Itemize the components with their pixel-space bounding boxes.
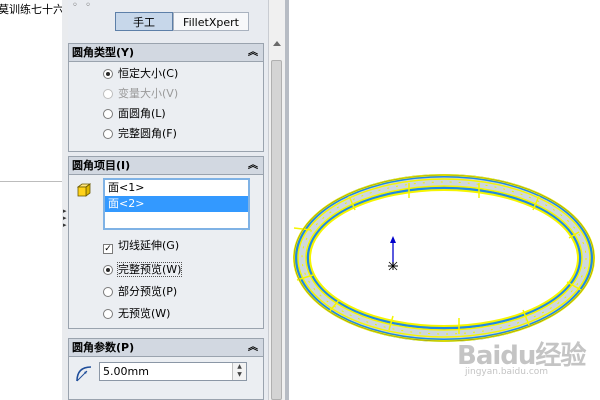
checkbox-icon[interactable]: ✓ <box>103 244 113 254</box>
radio-button-icon[interactable] <box>103 109 113 119</box>
triad-icon <box>388 236 398 271</box>
fillet-type-header[interactable]: 圆角类型(Y) ︽ <box>69 44 263 62</box>
radio-button-icon[interactable] <box>103 129 113 139</box>
radio-label: 变量大小(V) <box>118 87 179 100</box>
radio-full-round-fillet[interactable]: 完整圆角(F) <box>103 125 177 142</box>
fillet-items-header[interactable]: 圆角项目(I) ︽ <box>69 157 263 175</box>
property-manager-scrollbar[interactable] <box>268 0 286 400</box>
watermark-url: jingyan.baidu.com <box>465 367 549 377</box>
property-manager-toolbar: ◦ ◦ <box>72 0 93 11</box>
radio-label: 面圆角(L) <box>118 107 166 120</box>
radio-button-icon <box>103 89 113 99</box>
selected-faces-list[interactable]: 面<1> 面<2> <box>103 178 250 230</box>
fillet-radius-icon <box>76 366 92 382</box>
fillet-property-manager: ◦ ◦ 手工 FilletXpert 圆角类型(Y) ︽ 恒定大小(C) 变量大… <box>68 0 268 400</box>
radio-full-preview[interactable]: 完整预览(W) <box>103 261 183 278</box>
radius-spinner[interactable]: ▲ ▼ <box>232 363 246 380</box>
radio-label: 完整预览(W) <box>116 262 183 277</box>
spin-down-icon[interactable]: ▼ <box>233 371 246 379</box>
face-icon <box>77 183 91 197</box>
tangent-propagation-checkbox[interactable]: ✓ 切线延伸(G) <box>103 237 179 254</box>
fillet-params-group: 圆角参数(P) ︽ 5.00mm ▲ ▼ <box>68 338 264 400</box>
feature-tree-panel: 莫训练七十六 <box>0 0 64 400</box>
radio-constant-size[interactable]: 恒定大小(C) <box>103 65 178 82</box>
fillet-items-group: 圆角项目(I) ︽ 面<1> 面<2> ✓ 切线延伸(G) 完整预览(W) 部分预… <box>68 156 264 329</box>
fillet-items-title: 圆角项目(I) <box>72 159 131 172</box>
radio-label: 恒定大小(C) <box>118 67 179 80</box>
scroll-up-arrow-icon[interactable] <box>273 41 281 46</box>
radio-button-icon[interactable] <box>103 287 113 297</box>
radio-variable-size: 变量大小(V) <box>103 85 178 102</box>
radio-no-preview[interactable]: 无预览(W) <box>103 305 170 322</box>
tab-filletxpert[interactable]: FilletXpert <box>173 12 249 31</box>
radio-button-icon[interactable] <box>103 265 113 275</box>
scrollbar-thumb[interactable] <box>271 60 282 400</box>
graphics-viewport[interactable]: Baidu经验 jingyan.baidu.com <box>289 0 600 400</box>
fillet-type-title: 圆角类型(Y) <box>72 46 135 59</box>
radio-button-icon[interactable] <box>103 69 113 79</box>
list-item[interactable]: 面<2> <box>105 196 248 212</box>
radio-label: 完整圆角(F) <box>118 127 177 140</box>
fillet-params-title: 圆角参数(P) <box>72 341 135 354</box>
radius-value: 5.00mm <box>103 365 149 378</box>
splitter-grip-icon[interactable]: ▸ ▸ ▸ <box>63 208 67 229</box>
radio-face-fillet[interactable]: 面圆角(L) <box>103 105 166 122</box>
collapse-chevron-icon[interactable]: ︽ <box>248 339 258 356</box>
tab-manual[interactable]: 手工 <box>115 12 173 31</box>
collapse-chevron-icon[interactable]: ︽ <box>248 44 258 61</box>
radio-label: 无预览(W) <box>118 307 171 320</box>
tree-divider <box>0 181 62 182</box>
radio-label: 部分预览(P) <box>118 285 178 298</box>
fillet-params-header[interactable]: 圆角参数(P) ︽ <box>69 339 263 357</box>
radio-partial-preview[interactable]: 部分预览(P) <box>103 283 177 300</box>
list-item[interactable]: 面<1> <box>105 180 248 196</box>
baidu-watermark: Baidu经验 jingyan.baidu.com <box>457 335 597 385</box>
fillet-type-group: 圆角类型(Y) ︽ 恒定大小(C) 变量大小(V) 面圆角(L) 完整圆角(F) <box>68 43 264 152</box>
spin-up-icon[interactable]: ▲ <box>233 363 246 371</box>
tree-title[interactable]: 莫训练七十六 <box>0 1 64 17</box>
checkbox-label: 切线延伸(G) <box>118 239 180 252</box>
radio-button-icon[interactable] <box>103 309 113 319</box>
collapse-chevron-icon[interactable]: ︽ <box>248 157 258 174</box>
radius-input[interactable]: 5.00mm ▲ ▼ <box>99 362 247 381</box>
